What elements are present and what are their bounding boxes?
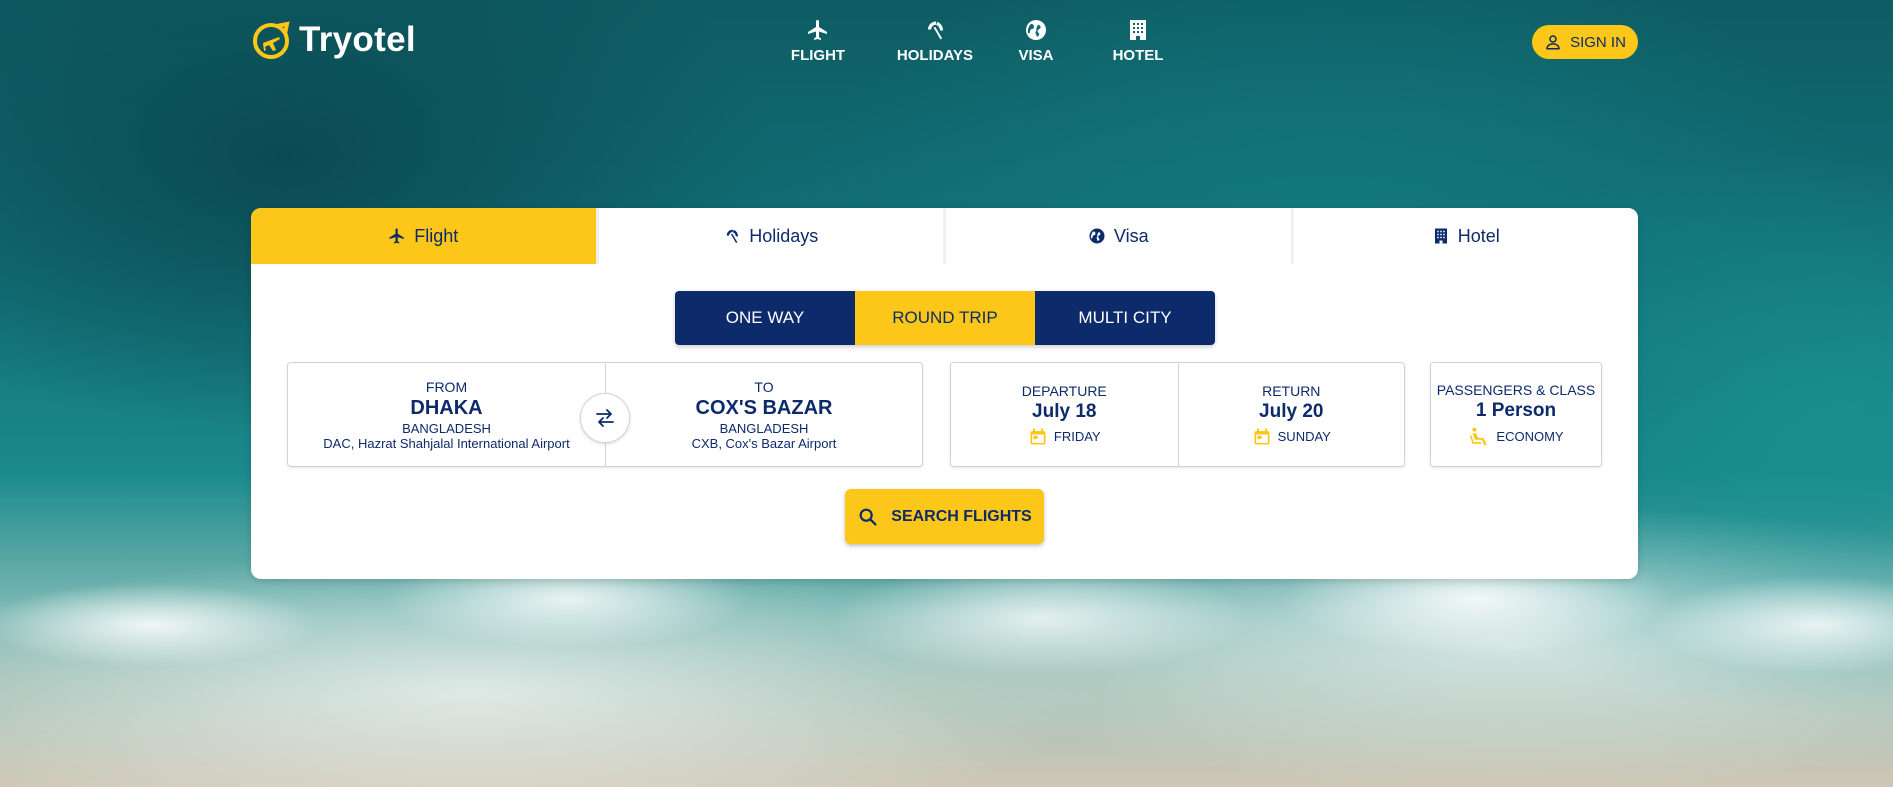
calendar-icon: [1030, 428, 1046, 444]
trip-type-selector: ONE WAY ROUND TRIP MULTI CITY: [675, 291, 1215, 345]
departure-weekday: FRIDAY: [1053, 429, 1101, 444]
search-flights-button[interactable]: SEARCH FLIGHTS: [845, 489, 1044, 544]
return-weekday: SUNDAY: [1277, 429, 1331, 444]
passengers-class-field[interactable]: PASSENGERS & CLASS 1 Person ECONOMY: [1430, 362, 1602, 467]
search-tabs: Flight Holidays Visa Hotel: [251, 208, 1638, 264]
to-caption: TO: [754, 378, 774, 395]
globe-icon: [1089, 228, 1105, 244]
from-country: BANGLADESH: [402, 420, 491, 436]
return-caption: RETURN: [1262, 382, 1321, 399]
departure-day: FRIDAY: [1028, 427, 1101, 447]
tab-hotel-label: Hotel: [1457, 225, 1500, 246]
tab-holidays-label: Holidays: [749, 225, 819, 246]
tab-visa-label: Visa: [1113, 225, 1149, 246]
one-way-button[interactable]: ONE WAY: [675, 291, 855, 345]
nav-holidays-label: HOLIDAYS: [896, 47, 974, 64]
search-flights-label: SEARCH FLIGHTS: [891, 507, 1032, 525]
from-airport: DAC, Hazrat Shahjalal International Airp…: [323, 435, 570, 451]
search-icon: [859, 508, 877, 526]
passengers-class: ECONOMY: [1468, 426, 1564, 448]
sign-in-button[interactable]: SIGN IN: [1532, 25, 1638, 59]
logo[interactable]: Tryotel: [251, 20, 416, 60]
departure-field[interactable]: DEPARTURE July 18 FRIDAY: [951, 363, 1178, 466]
swap-route-button[interactable]: [580, 393, 630, 443]
top-bar: Tryotel FLIGHT HOLIDAYS VISA HOTEL SIGN …: [0, 0, 1893, 90]
to-field[interactable]: TO COX'S BAZAR BANGLADESH CXB, Cox's Baz…: [605, 363, 922, 466]
background-surf: [0, 560, 1893, 690]
route-selector: FROM DHAKA BANGLADESH DAC, Hazrat Shahja…: [287, 362, 923, 467]
to-airport: CXB, Cox's Bazar Airport: [691, 435, 837, 451]
nav-hotel[interactable]: HOTEL: [1102, 18, 1174, 64]
calendar-icon: [1254, 428, 1270, 444]
to-city: COX'S BAZAR: [695, 396, 833, 419]
from-caption: FROM: [425, 378, 468, 395]
sign-in-label: SIGN IN: [1570, 33, 1626, 51]
globe-icon: [1026, 20, 1046, 40]
departure-caption: DEPARTURE: [1021, 382, 1107, 399]
from-city: DHAKA: [410, 396, 483, 419]
passengers-caption: PASSENGERS & CLASS: [1436, 381, 1596, 398]
building-icon: [1434, 228, 1447, 244]
beach-umbrella-icon: [928, 21, 943, 40]
tab-holidays[interactable]: Holidays: [595, 208, 943, 264]
nav-flight[interactable]: FLIGHT: [782, 18, 854, 64]
plane-icon: [808, 20, 827, 40]
from-field[interactable]: FROM DHAKA BANGLADESH DAC, Hazrat Shahja…: [288, 363, 605, 466]
user-icon: [1546, 35, 1560, 50]
return-field[interactable]: RETURN July 20 SUNDAY: [1177, 363, 1405, 466]
search-card: Flight Holidays Visa Hotel ONE WAY ROUND…: [251, 208, 1638, 579]
return-date: July 20: [1259, 400, 1324, 422]
nav-visa[interactable]: VISA: [1006, 18, 1066, 64]
passengers-class-label: ECONOMY: [1496, 429, 1564, 444]
brand-name: Tryotel: [299, 20, 416, 59]
plane-icon: [389, 228, 404, 244]
multi-city-button[interactable]: MULTI CITY: [1035, 291, 1215, 345]
tab-visa[interactable]: Visa: [943, 208, 1291, 264]
nav-hotel-label: HOTEL: [1112, 47, 1164, 64]
departure-date: July 18: [1032, 400, 1097, 422]
to-country: BANGLADESH: [719, 420, 809, 436]
date-selector: DEPARTURE July 18 FRIDAY RETURN July 20 …: [950, 362, 1405, 467]
nav-flight-label: FLIGHT: [790, 47, 846, 64]
nav-holidays[interactable]: HOLIDAYS: [884, 18, 986, 64]
return-day: SUNDAY: [1252, 427, 1331, 447]
nav-visa-label: VISA: [1018, 47, 1054, 64]
building-icon: [1130, 20, 1146, 40]
seat-icon: [1470, 427, 1488, 445]
passengers-count: 1 Person: [1475, 399, 1557, 421]
swap-arrows-icon: [596, 409, 614, 427]
logo-icon: [253, 21, 290, 59]
tab-hotel[interactable]: Hotel: [1290, 208, 1638, 264]
beach-umbrella-icon: [726, 229, 739, 244]
tab-flight-label: Flight: [414, 225, 459, 246]
round-trip-button[interactable]: ROUND TRIP: [855, 291, 1035, 345]
main-nav: FLIGHT HOLIDAYS VISA HOTEL: [782, 18, 1174, 64]
tab-flight[interactable]: Flight: [251, 208, 596, 264]
